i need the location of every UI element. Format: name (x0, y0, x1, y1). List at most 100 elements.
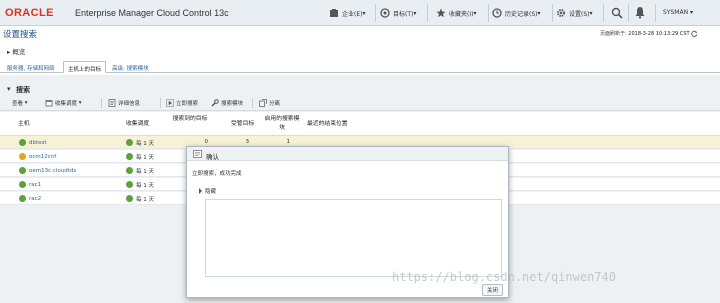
expand-icon: ▸ (7, 48, 11, 56)
user-menu[interactable]: SYSMAN ▾ (663, 9, 693, 16)
search-icon[interactable] (611, 7, 623, 19)
host-link[interactable]: oem13c.cloudtds (29, 168, 76, 174)
host-link[interactable]: dbtest (29, 140, 47, 146)
host-cell[interactable]: ocm12cnf (19, 150, 56, 163)
overview-label: 概览 (12, 48, 26, 56)
tab-hosts[interactable]: 主机上的目标 (63, 61, 107, 73)
dialog-header (187, 147, 508, 161)
divider (628, 4, 629, 22)
divider (160, 98, 161, 108)
col-discovered[interactable]: 搜索到的目标 (172, 115, 208, 124)
host-cell[interactable]: dbtest (19, 136, 47, 149)
status-icon (19, 167, 26, 174)
overview-toggle[interactable]: ▸ 概览 (7, 46, 25, 56)
search-modules-label: 搜索模块 (221, 101, 244, 107)
hide-label: 隐藏 (205, 189, 217, 195)
refresh-icon[interactable] (691, 30, 698, 37)
discovered-value: 0 (204, 139, 209, 145)
enterprise-icon (330, 9, 338, 17)
clock-icon (492, 8, 502, 18)
tab-bar (0, 61, 720, 73)
detach-button[interactable]: 分离 (259, 99, 280, 107)
section-title: 搜索 (16, 86, 30, 94)
nav-targets-label: 目标(T) (393, 10, 414, 18)
nav-history[interactable]: 历史记录(S) ▾ (492, 6, 541, 20)
status-icon (19, 153, 26, 160)
refresh-label: 页面刷新于: (600, 31, 627, 37)
dialog-title: 确认 (206, 153, 219, 161)
chevron-down-icon: ▾ (24, 100, 28, 106)
check-icon (126, 167, 133, 174)
schedule-icon (45, 100, 53, 107)
divider (552, 4, 553, 22)
nav-favorites-label: 收藏夹(I) (449, 10, 474, 18)
schedule-value: 每 1 天 (136, 140, 154, 147)
bell-icon[interactable] (634, 6, 646, 19)
col-managed[interactable]: 受管目标 (231, 120, 254, 129)
status-icon (19, 195, 26, 202)
col-host[interactable]: 主机 (18, 120, 30, 129)
host-link[interactable]: ocm12cnf (29, 154, 56, 160)
nav-enterprise[interactable]: 企业(E) ▾ (329, 6, 366, 20)
divider (427, 4, 428, 22)
tab-advanced[interactable]: 高级: 搜索模块 (112, 64, 149, 72)
page-title: 设置搜索 (3, 30, 38, 40)
divider (488, 4, 489, 22)
nav-targets[interactable]: 目标(T) ▾ (380, 6, 416, 20)
user-name: SYSMAN (663, 9, 689, 16)
dialog-message: 立即搜索，成功完成 (192, 171, 242, 177)
divider (603, 4, 604, 22)
play-icon (166, 99, 174, 107)
search-now-label: 立即搜索 (176, 101, 199, 107)
watermark: https://blog.csdn.net/qinwen740 (392, 270, 616, 284)
hide-toggle[interactable]: 隐藏 (199, 187, 216, 195)
expand-icon (199, 188, 202, 194)
schedule-value: 每 1 天 (136, 182, 154, 189)
details-icon (108, 99, 116, 107)
refresh-info: 页面刷新于: 2018-3-28 10:13:29 CST (600, 30, 698, 37)
oracle-logo: ORACLE (5, 7, 54, 19)
close-button[interactable]: 关闭 (482, 284, 503, 296)
detach-icon (259, 99, 267, 107)
host-link[interactable]: rac1 (29, 182, 41, 188)
col-schedule[interactable]: 收集调度 (126, 120, 149, 129)
search-modules-button[interactable]: 搜索模块 (211, 99, 243, 107)
host-cell[interactable]: oem13c.cloudtds (19, 164, 76, 177)
divider (655, 4, 656, 22)
nav-favorites[interactable]: 收藏夹(I) ▾ (436, 6, 476, 20)
product-title: Enterprise Manager Cloud Control 13c (75, 8, 229, 18)
refresh-time: 2018-3-28 10:13:29 CST (628, 31, 690, 37)
nav-settings[interactable]: 设置(S) ▾ (556, 6, 593, 20)
gear-icon (557, 9, 565, 17)
check-icon (126, 153, 133, 160)
chevron-down-icon: ▾ (362, 9, 366, 17)
divider (252, 98, 253, 108)
schedule-cell: 每 1 天 (126, 164, 154, 177)
schedule-cell: 每 1 天 (126, 192, 154, 205)
managed-value: 3 (245, 139, 250, 145)
chevron-down-icon: ▾ (589, 9, 593, 17)
modules-value: 1 (286, 139, 291, 145)
view-menu[interactable]: 查看 ▾ (12, 99, 28, 107)
details-button[interactable]: 详细信息 (108, 99, 140, 107)
host-link[interactable]: rac2 (29, 196, 41, 202)
col-last-end[interactable]: 最近的结束位置 (307, 120, 348, 129)
schedule-cell: 每 1 天 (126, 150, 154, 163)
col-modules[interactable]: 启用的搜索模块 (264, 115, 300, 133)
host-cell[interactable]: rac1 (19, 178, 41, 191)
status-icon (19, 181, 26, 188)
search-now-button[interactable]: 立即搜索 (166, 99, 198, 107)
detach-label: 分离 (269, 101, 281, 107)
star-icon (436, 8, 446, 18)
tab-servers[interactable]: 服务器, 存储和网络 (7, 64, 55, 72)
schedule-cell: 每 1 天 (126, 178, 154, 191)
check-icon (126, 139, 133, 146)
divider (101, 98, 102, 108)
nav-settings-label: 设置(S) (569, 10, 590, 18)
schedule-button[interactable]: 收集调度 ▾ (45, 99, 82, 107)
collapse-icon[interactable]: ▾ (7, 85, 11, 93)
host-cell[interactable]: rac2 (19, 192, 41, 205)
chevron-down-icon: ▾ (78, 100, 82, 106)
dialog-icon (193, 150, 202, 158)
schedule-value: 每 1 天 (136, 168, 154, 175)
